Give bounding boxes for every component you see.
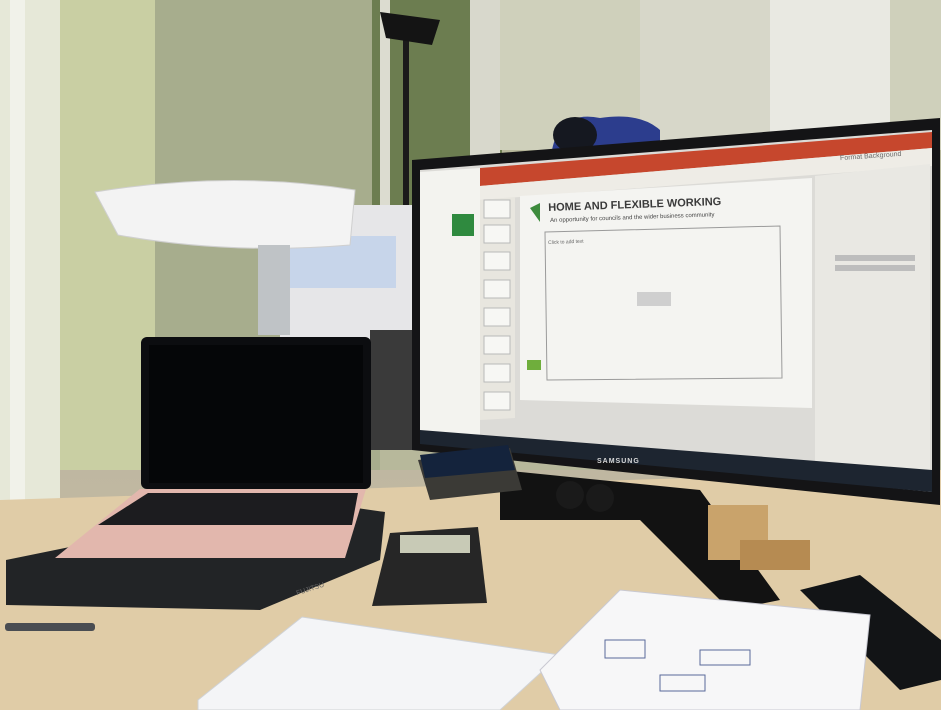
desk-photo: HOME AND FLEXIBLE WORKING An opportunity… — [0, 0, 941, 710]
desk-scene-drawing — [0, 0, 941, 710]
slide-placeholder: Click to add text — [548, 238, 584, 246]
monitor-brand-logo: SAMSUNG — [597, 458, 640, 465]
